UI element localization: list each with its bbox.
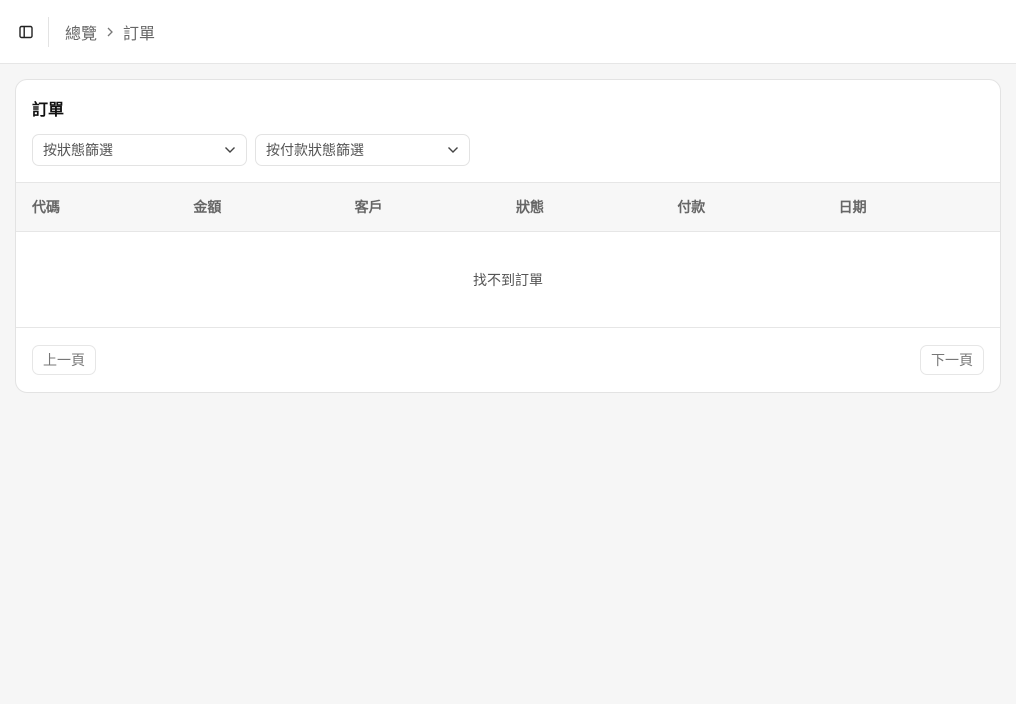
breadcrumb-orders[interactable]: 訂單 (123, 20, 155, 44)
header-divider (48, 16, 49, 47)
sidebar-panel-icon (19, 25, 33, 38)
status-filter-select[interactable]: 按狀態篩選 (32, 134, 247, 166)
column-header-payment[interactable]: 付款 (677, 197, 838, 217)
breadcrumb: 總覽 訂單 (65, 20, 155, 44)
previous-page-button[interactable]: 上一頁 (32, 345, 96, 375)
payment-status-filter-select[interactable]: 按付款狀態篩選 (255, 134, 470, 166)
sidebar-toggle-button[interactable] (15, 21, 37, 43)
column-header-customer[interactable]: 客戶 (355, 197, 516, 217)
column-header-status[interactable]: 狀態 (516, 197, 677, 217)
table-header: 代碼 金額 客戶 狀態 付款 日期 (16, 182, 1000, 232)
orders-card: 訂單 按狀態篩選 按付款狀態篩選 代碼 金額 客戶 狀態 付款 日期 找不到訂單… (15, 79, 1001, 393)
next-page-button[interactable]: 下一頁 (920, 345, 984, 375)
chevron-right-icon (106, 27, 114, 37)
filter-bar: 按狀態篩選 按付款狀態篩選 (32, 134, 470, 166)
column-header-amount[interactable]: 金額 (193, 197, 354, 217)
page-title: 訂單 (32, 100, 65, 119)
chevron-down-icon (448, 147, 458, 153)
column-header-date[interactable]: 日期 (839, 197, 1000, 217)
breadcrumb-overview[interactable]: 總覽 (65, 20, 97, 44)
chevron-down-icon (225, 147, 235, 153)
column-header-code[interactable]: 代碼 (32, 197, 193, 217)
payment-status-filter-label: 按付款狀態篩選 (266, 143, 364, 159)
top-bar: 總覽 訂單 (0, 0, 1016, 64)
empty-state-message: 找不到訂單 (16, 232, 1000, 328)
status-filter-label: 按狀態篩選 (43, 143, 113, 159)
